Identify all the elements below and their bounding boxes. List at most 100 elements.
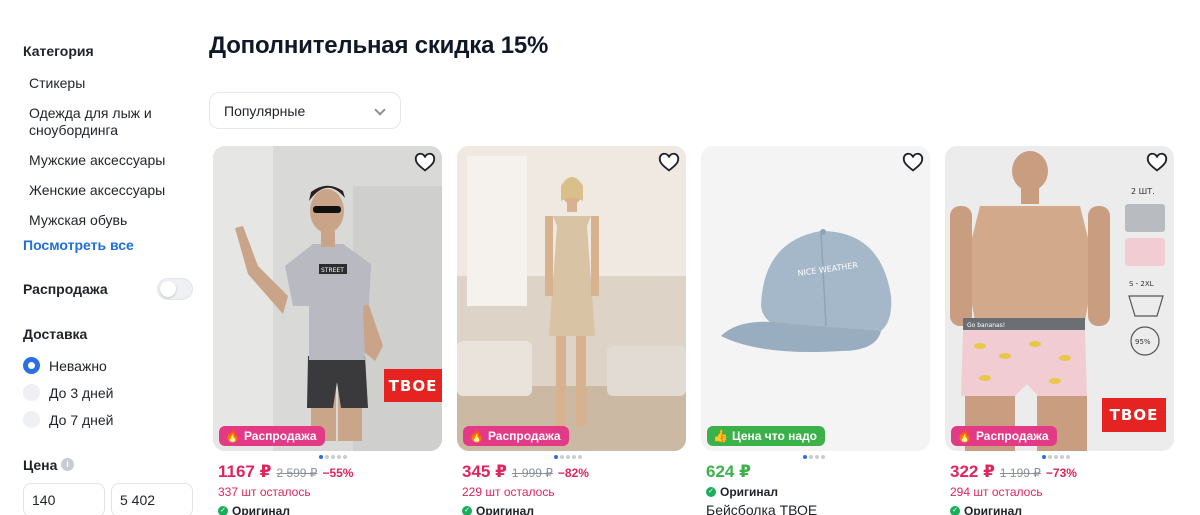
image-pagination — [319, 455, 347, 459]
stock-left: 337 шт осталось — [218, 485, 311, 499]
pagination-dot — [331, 455, 335, 459]
price-title: Цена — [23, 457, 58, 473]
see-all-link[interactable]: Посмотреть все — [23, 237, 134, 253]
delivery-option-any[interactable]: Неважно — [23, 357, 107, 374]
product-card[interactable]: Go bananas! 2 ШТ. S - 2XL 95% TBOE 🔥 Расп… — [945, 146, 1174, 515]
badge-label: Распродажа — [975, 429, 1049, 443]
flame-icon: 🔥 — [225, 429, 240, 443]
badge-label: Распродажа — [487, 429, 561, 443]
price-max-input[interactable] — [111, 483, 193, 515]
pagination-dot — [337, 455, 341, 459]
price-badge: 👍 Цена что надо — [707, 426, 826, 446]
image-pagination — [1042, 455, 1070, 459]
old-price: 1 999 ₽ — [511, 466, 553, 480]
radio-checked-icon — [23, 357, 40, 374]
original-label: ✓ Оригинал — [462, 504, 534, 515]
flame-icon: 🔥 — [469, 429, 484, 443]
heart-icon[interactable] — [414, 152, 436, 174]
shirt-print-text: STREET — [321, 267, 344, 274]
sale-title: Распродажа — [23, 281, 108, 297]
heart-icon[interactable] — [1146, 152, 1168, 174]
sale-badge: 🔥 Распродажа — [951, 426, 1057, 446]
pagination-dot — [1048, 455, 1052, 459]
product-name[interactable]: Бейсболка ТВОЕ — [706, 502, 817, 515]
pagination-dot — [566, 455, 570, 459]
pagination-dot — [1042, 455, 1046, 459]
brand-logo: TBOE — [384, 369, 442, 402]
pagination-dot — [325, 455, 329, 459]
pagination-dot — [821, 455, 825, 459]
product-card[interactable]: STREET TBOE 🔥 Распродажа 1167 ₽ 2 599 ₽ −… — [213, 146, 442, 515]
category-item-mens-shoes[interactable]: Мужская обувь — [29, 212, 189, 229]
image-pagination — [803, 455, 825, 459]
sale-badge: 🔥 Распродажа — [463, 426, 569, 446]
price-row: 624 ₽ — [706, 462, 751, 482]
category-item-mens-accessories[interactable]: Мужские аксессуары — [29, 152, 189, 169]
brand-logo: TBOE — [1102, 398, 1166, 432]
filter-sidebar: Категория Стикеры Одежда для лыж и сноуб… — [0, 0, 200, 515]
product-image[interactable]: STREET TBOE 🔥 Распродажа — [213, 146, 442, 451]
delivery-title: Доставка — [23, 326, 88, 342]
chevron-down-icon — [374, 104, 386, 116]
product-card[interactable]: 🔥 Распродажа 345 ₽ 1 999 ₽ −82% 229 шт ос… — [457, 146, 686, 515]
pagination-dot — [578, 455, 582, 459]
delivery-option-label: До 7 дней — [49, 411, 114, 428]
sale-badge: 🔥 Распродажа — [219, 426, 325, 446]
delivery-option-3-days[interactable]: До 3 дней — [23, 384, 114, 401]
thumbs-up-icon: 👍 — [713, 429, 728, 443]
delivery-option-label: До 3 дней — [49, 384, 114, 401]
badge-label: Распродажа — [243, 429, 317, 443]
old-price: 2 599 ₽ — [276, 466, 318, 480]
stock-left: 294 шт осталось — [950, 485, 1043, 499]
original-label: ✓ Оригинал — [218, 504, 290, 515]
original-label: ✓ Оригинал — [950, 504, 1022, 515]
price-row: 322 ₽ 1 199 ₽ −73% — [950, 462, 1077, 482]
toggle-knob — [160, 281, 176, 297]
original-text: Оригинал — [964, 504, 1022, 515]
pagination-dot — [554, 455, 558, 459]
pagination-dot — [803, 455, 807, 459]
pack-sizes-text: S - 2XL — [1129, 280, 1154, 288]
product-image[interactable]: NICE WEATHER 👍 Цена что надо — [701, 146, 930, 451]
page-title: Дополнительная скидка 15% — [209, 32, 549, 59]
heart-icon[interactable] — [658, 152, 680, 174]
product-image[interactable]: Go bananas! 2 ШТ. S - 2XL 95% TBOE 🔥 Расп… — [945, 146, 1174, 451]
sort-select[interactable]: Популярные — [209, 92, 401, 129]
original-text: Оригинал — [720, 485, 778, 499]
discount: −73% — [1045, 466, 1077, 480]
original-text: Оригинал — [232, 504, 290, 515]
original-label: ✓ Оригинал — [706, 485, 778, 499]
pagination-dot — [815, 455, 819, 459]
badge-label: Цена что надо — [731, 429, 818, 443]
price: 624 ₽ — [706, 462, 751, 481]
price-row: 345 ₽ 1 999 ₽ −82% — [462, 462, 589, 482]
discount: −82% — [557, 466, 589, 480]
heart-icon[interactable] — [902, 152, 924, 174]
price-min-input[interactable] — [23, 483, 105, 515]
product-card[interactable]: NICE WEATHER 👍 Цена что надо 624 ₽ ✓ Ориги… — [701, 146, 930, 515]
category-item-womens-accessories[interactable]: Женские аксессуары — [29, 182, 189, 199]
old-price: 1 199 ₽ — [999, 466, 1041, 480]
pagination-dot — [809, 455, 813, 459]
category-item-ski-clothing[interactable]: Одежда для лыж и сноубординга — [29, 105, 189, 139]
radio-icon — [23, 411, 40, 428]
price: 345 ₽ — [462, 462, 507, 481]
waistband-text: Go bananas! — [967, 322, 1005, 329]
category-item-stickers[interactable]: Стикеры — [29, 75, 189, 92]
info-icon[interactable]: i — [61, 458, 74, 471]
flame-icon: 🔥 — [957, 429, 972, 443]
radio-icon — [23, 384, 40, 401]
delivery-option-7-days[interactable]: До 7 дней — [23, 411, 114, 428]
check-icon: ✓ — [218, 506, 228, 515]
stock-left: 229 шт осталось — [462, 485, 555, 499]
sort-select-value: Популярные — [224, 102, 306, 119]
product-image[interactable]: 🔥 Распродажа — [457, 146, 686, 451]
pagination-dot — [1054, 455, 1058, 459]
sale-toggle[interactable] — [157, 278, 193, 300]
discount: −55% — [322, 466, 354, 480]
image-pagination — [554, 455, 582, 459]
price-row: 1167 ₽ 2 599 ₽ −55% — [218, 462, 353, 482]
pack-count-text: 2 ШТ. — [1131, 187, 1155, 196]
pagination-dot — [343, 455, 347, 459]
pagination-dot — [1066, 455, 1070, 459]
